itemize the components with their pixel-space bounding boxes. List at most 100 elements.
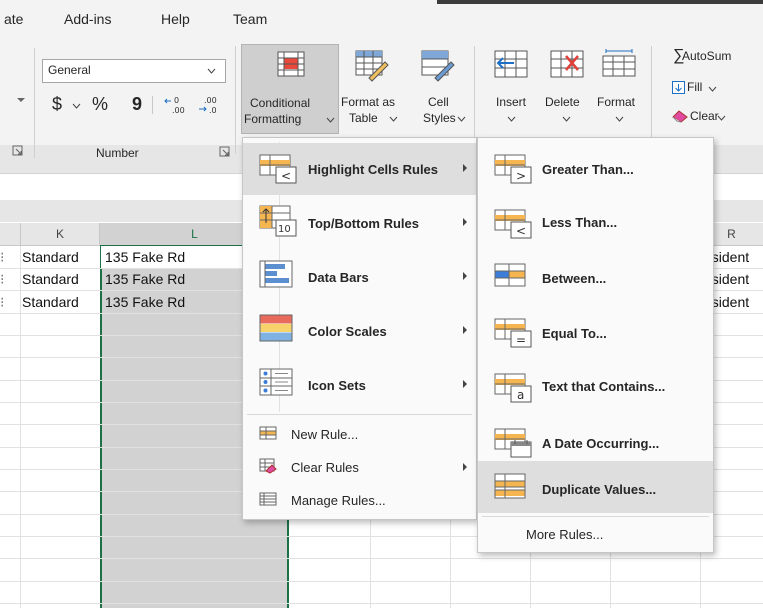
conditional-formatting-menu: < Highlight Cells Rules 10 Top/Bottom Ru… (242, 137, 477, 520)
highlight-cells-icon: < (259, 154, 297, 184)
number-format-select[interactable]: General (42, 59, 226, 83)
format-cells-button[interactable]: Format (594, 44, 646, 132)
top-bottom-rules-label: Top/Bottom Rules (308, 216, 419, 231)
cell-styles-label-2: Styles (423, 111, 456, 125)
cell-k2[interactable]: Standard (22, 268, 79, 290)
dialog-launcher-icon[interactable] (219, 146, 231, 158)
duplicate-values-icon (494, 473, 526, 499)
menu-item-clear-rules[interactable]: Clear Rules (243, 451, 476, 481)
menu-item-new-rule[interactable]: New Rule... (243, 418, 476, 448)
tab-data-partial[interactable]: ate (4, 11, 23, 27)
menu-item-duplicate-values[interactable]: Duplicate Values... (478, 461, 713, 513)
insert-cells-icon (494, 50, 528, 78)
icon-glyph: a (517, 388, 524, 402)
menu-item-between[interactable]: Between... (478, 252, 713, 304)
equal-to-label: Equal To... (542, 326, 607, 341)
svg-text:.0: .0 (209, 106, 217, 115)
cell-styles-icon (421, 50, 455, 82)
icon-sets-label: Icon Sets (308, 378, 366, 393)
chevron-down-icon (326, 117, 335, 123)
column-header[interactable] (0, 223, 21, 245)
menu-item-manage-rules[interactable]: Manage Rules... (243, 484, 476, 514)
manage-rules-icon (259, 492, 277, 506)
chevron-down-icon (717, 115, 726, 121)
clear-rules-icon (259, 458, 277, 474)
menu-item-top-bottom-rules[interactable]: 10 Top/Bottom Rules (243, 197, 476, 249)
menu-item-icon-sets[interactable]: Icon Sets (243, 359, 476, 411)
cell-k1[interactable]: Standard (22, 246, 79, 268)
between-label: Between... (542, 271, 607, 286)
fill-down-icon (672, 81, 685, 94)
increase-decimal-icon[interactable]: 0.00 (164, 95, 186, 115)
icon-glyph: 10 (278, 224, 291, 235)
menu-item-more-rules[interactable]: More Rules... (478, 519, 713, 549)
icon-glyph: > (516, 169, 526, 183)
decrease-decimal-icon[interactable]: .00.0 (198, 95, 220, 115)
column-header-k[interactable]: K (21, 223, 100, 245)
less-than-label: Less Than... (542, 215, 618, 230)
tab-add-ins[interactable]: Add-ins (64, 11, 111, 27)
group-separator (235, 46, 236, 154)
comma-style-button[interactable]: 9 (132, 94, 142, 115)
number-format-value: General (48, 63, 91, 77)
svg-text:0: 0 (174, 96, 179, 105)
tab-help[interactable]: Help (161, 11, 190, 27)
icon-sets-icon (259, 368, 293, 396)
data-bars-icon (259, 260, 293, 288)
submenu-arrow-icon (463, 272, 467, 280)
menu-item-equal-to[interactable]: = Equal To... (478, 307, 713, 359)
between-icon (494, 263, 526, 287)
currency-button[interactable]: $ (52, 94, 62, 115)
cell-l1[interactable]: 135 Fake Rd (105, 246, 185, 268)
conditional-formatting-button[interactable]: Conditional Formatting (241, 44, 339, 134)
group-separator (34, 48, 35, 158)
cell-j-partial: ⁝ (0, 271, 5, 287)
cell-l3[interactable]: 135 Fake Rd (105, 291, 185, 313)
chevron-down-icon[interactable] (17, 98, 25, 102)
conditional-formatting-label-2: Formatting (244, 112, 302, 126)
text-contains-label: Text that Contains... (542, 379, 666, 394)
chevron-down-icon (507, 116, 516, 122)
clear-button[interactable]: Clear (672, 108, 762, 126)
menu-item-data-bars[interactable]: Data Bars (243, 251, 476, 303)
clear-rules-label: Clear Rules (291, 460, 359, 475)
submenu-arrow-icon (463, 380, 467, 388)
menu-separator (482, 516, 709, 517)
greater-than-icon: > (494, 154, 532, 184)
text-contains-icon: a (494, 373, 532, 403)
format-as-table-button[interactable]: Format as Table (339, 44, 407, 132)
percent-button[interactable]: % (92, 94, 108, 115)
fill-button[interactable]: Fill (672, 79, 752, 97)
cell-styles-button[interactable]: Cell Styles (409, 44, 469, 132)
chevron-down-icon (207, 68, 216, 74)
format-as-table-label-2: Table (349, 111, 378, 125)
delete-button[interactable]: Delete (540, 44, 594, 132)
date-occurring-icon (494, 428, 532, 458)
menu-item-highlight-cells-rules[interactable]: < Highlight Cells Rules (243, 143, 476, 195)
cell-k3[interactable]: Standard (22, 291, 79, 313)
conditional-formatting-icon (277, 51, 305, 77)
chevron-down-icon[interactable] (72, 103, 81, 109)
menu-separator (247, 414, 472, 415)
format-label: Format (597, 95, 636, 109)
cell-j-partial: ⁝ (0, 294, 5, 310)
menu-item-less-than[interactable]: < Less Than... (478, 198, 713, 250)
equal-to-icon: = (494, 318, 532, 348)
chevron-down-icon (562, 116, 571, 122)
eraser-icon (672, 110, 688, 123)
chevron-down-icon (457, 116, 466, 122)
dialog-launcher-icon[interactable] (12, 145, 24, 157)
menu-item-text-contains[interactable]: a Text that Contains... (478, 362, 713, 414)
chevron-down-icon (615, 116, 624, 122)
svg-text:.00: .00 (204, 96, 217, 105)
autosum-button[interactable]: ∑ AutoSum (656, 47, 763, 67)
ribbon-tab-bar (0, 0, 763, 37)
insert-button[interactable]: Insert (486, 44, 538, 132)
tab-team[interactable]: Team (233, 11, 267, 27)
cell-j-partial: ⁝ (0, 249, 5, 265)
number-group-label: Number (96, 146, 139, 160)
svg-text:.00: .00 (172, 106, 185, 115)
menu-item-greater-than[interactable]: > Greater Than... (478, 143, 713, 195)
menu-item-color-scales[interactable]: Color Scales (243, 305, 476, 357)
cell-l2[interactable]: 135 Fake Rd (105, 268, 185, 290)
